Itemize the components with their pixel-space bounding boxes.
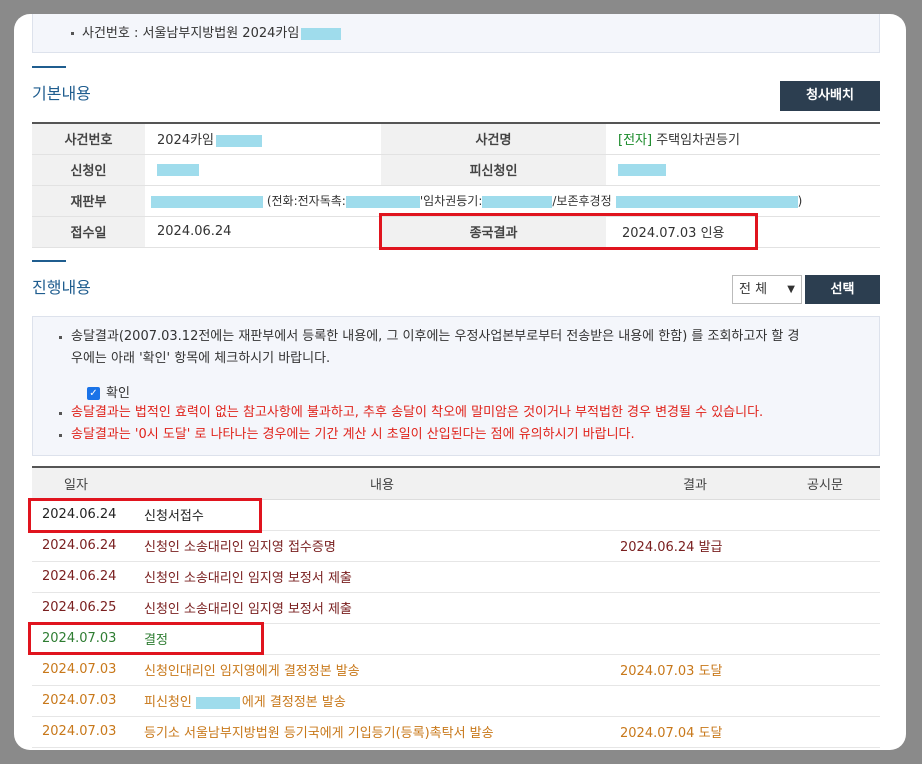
case-info-box: 사건번호 : 서울남부지방법원 2024카임 bbox=[32, 14, 880, 53]
notice-1: 송달결과(2007.03.12전에는 재판부에서 등록한 내용에, 그 이후에는… bbox=[59, 326, 799, 348]
row-result: 2024.06.24 발급 bbox=[620, 530, 770, 562]
notice-3: 송달결과는 '0시 도달' 로 나타나는 경우에는 기간 계산 시 초일이 산입… bbox=[59, 424, 635, 446]
row-content: 신청인 소송대리인 임지영 접수증명 bbox=[144, 530, 620, 562]
highlight-final-result bbox=[379, 213, 758, 250]
court-map-button[interactable]: 청사배치 bbox=[780, 81, 880, 111]
row-result: 2024.07.04 도달 bbox=[620, 716, 770, 748]
court-value: (전화:전자독촉: '임차권등기:/보존후경정) bbox=[145, 185, 880, 217]
received-value: 2024.06.24 bbox=[145, 216, 381, 248]
redacted-block bbox=[482, 195, 553, 208]
row-date: 2024.07.03 bbox=[32, 716, 144, 748]
redacted-block bbox=[157, 163, 199, 176]
notice-2: 송달결과는 법적인 효력이 없는 참고사항에 불과하고, 추후 송달이 착오에 … bbox=[59, 402, 763, 424]
row-notice bbox=[770, 716, 880, 748]
row-notice bbox=[770, 685, 880, 717]
row-date: 2024.07.03 bbox=[32, 685, 144, 717]
row-date: 2024.06.25 bbox=[32, 592, 144, 624]
case-name-value: [전자] 주택임차권등기 bbox=[606, 123, 880, 155]
redacted-block bbox=[216, 134, 263, 147]
col-header-notice: 공시문 bbox=[770, 467, 880, 500]
row-date: 2024.06.24 bbox=[32, 561, 144, 593]
redacted-block bbox=[618, 163, 666, 176]
table-row: 2024.07.03 신청인대리인 임지영에게 결정정본 발송 2024.07.03… bbox=[32, 654, 880, 686]
redacted-block bbox=[301, 27, 342, 40]
bullet-icon bbox=[71, 32, 74, 35]
redacted-block bbox=[151, 195, 263, 208]
row-content: 신청인 소송대리인 임지영 보정서 제출 bbox=[144, 592, 620, 624]
progress-section-title: 진행내용 bbox=[32, 260, 91, 298]
row-notice bbox=[770, 530, 880, 562]
received-label: 접수일 bbox=[32, 216, 145, 248]
table-row: 2024.06.25 신청인 소송대리인 임지영 보정서 제출 bbox=[32, 592, 880, 624]
table-row: 2024.06.24 신청인 소송대리인 임지영 접수증명 2024.06.24 발… bbox=[32, 530, 880, 562]
row-content: 신청인대리인 임지영에게 결정정본 발송 bbox=[144, 654, 620, 686]
row-result bbox=[620, 561, 770, 593]
row-content: 등기소 서울남부지방법원 등기국에게 기입등기(등록)촉탁서 발송 bbox=[144, 716, 620, 748]
basic-section-title: 기본내용 bbox=[32, 66, 91, 104]
case-number-text: 사건번호 : 서울남부지방법원 2024카임 bbox=[82, 26, 300, 41]
table-row: 2024.07.03 등기소 서울남부지방법원 등기국에게 기입등기(등록)촉탁서… bbox=[32, 716, 880, 748]
row-content: 피신청인 에게 결정정본 발송 bbox=[144, 685, 620, 717]
row-notice bbox=[770, 592, 880, 624]
row-notice bbox=[770, 561, 880, 593]
notice-1b: 우에는 아래 '확인' 항목에 체크하시기 바랍니다. bbox=[71, 351, 331, 366]
table-row: 2024.07.03 피신청인 에게 결정정본 발송 bbox=[32, 685, 880, 717]
court-label: 재판부 bbox=[32, 185, 145, 217]
row-result: 2024.07.03 도달 bbox=[620, 654, 770, 686]
row-result bbox=[620, 623, 770, 655]
row-notice bbox=[770, 654, 880, 686]
row-result bbox=[620, 592, 770, 624]
confirm-checkbox[interactable]: ✓ 확인 bbox=[87, 382, 130, 401]
col-header-content: 내용 bbox=[144, 467, 620, 500]
highlight-application bbox=[28, 498, 262, 533]
redacted-block bbox=[615, 195, 798, 208]
filter-select[interactable]: 전 체 ▼ bbox=[732, 275, 802, 304]
applicant-label: 신청인 bbox=[32, 154, 145, 186]
row-result bbox=[620, 499, 770, 531]
col-header-date: 일자 bbox=[32, 467, 144, 500]
table-row: 2024.06.24 신청인 소송대리인 임지영 보정서 제출 bbox=[32, 561, 880, 593]
redacted-block bbox=[345, 195, 420, 208]
col-header-result: 결과 bbox=[620, 467, 770, 500]
case-number-line: 사건번호 : 서울남부지방법원 2024카임 bbox=[71, 22, 342, 41]
row-content: 신청인 소송대리인 임지영 보정서 제출 bbox=[144, 561, 620, 593]
row-date: 2024.06.24 bbox=[32, 530, 144, 562]
case-detail-panel: 사건번호 : 서울남부지방법원 2024카임 기본내용 청사배치 사건번호 20… bbox=[14, 14, 906, 750]
row-notice bbox=[770, 499, 880, 531]
case-no-label: 사건번호 bbox=[32, 123, 145, 155]
chevron-down-icon: ▼ bbox=[787, 284, 795, 295]
case-no-value: 2024카임 bbox=[145, 123, 381, 155]
confirm-label: 확인 bbox=[106, 386, 130, 401]
row-result bbox=[620, 685, 770, 717]
row-date: 2024.07.03 bbox=[32, 654, 144, 686]
respondent-value bbox=[606, 154, 880, 186]
respondent-label: 피신청인 bbox=[381, 154, 606, 186]
filter-select-button[interactable]: 선택 bbox=[805, 275, 880, 304]
delivery-notice-box: 송달결과(2007.03.12전에는 재판부에서 등록한 내용에, 그 이후에는… bbox=[32, 316, 880, 456]
case-name-label: 사건명 bbox=[381, 123, 606, 155]
checkbox-checked-icon: ✓ bbox=[87, 387, 100, 400]
applicant-value bbox=[145, 154, 381, 186]
redacted-block bbox=[195, 696, 240, 709]
highlight-decision bbox=[28, 622, 264, 655]
row-notice bbox=[770, 623, 880, 655]
